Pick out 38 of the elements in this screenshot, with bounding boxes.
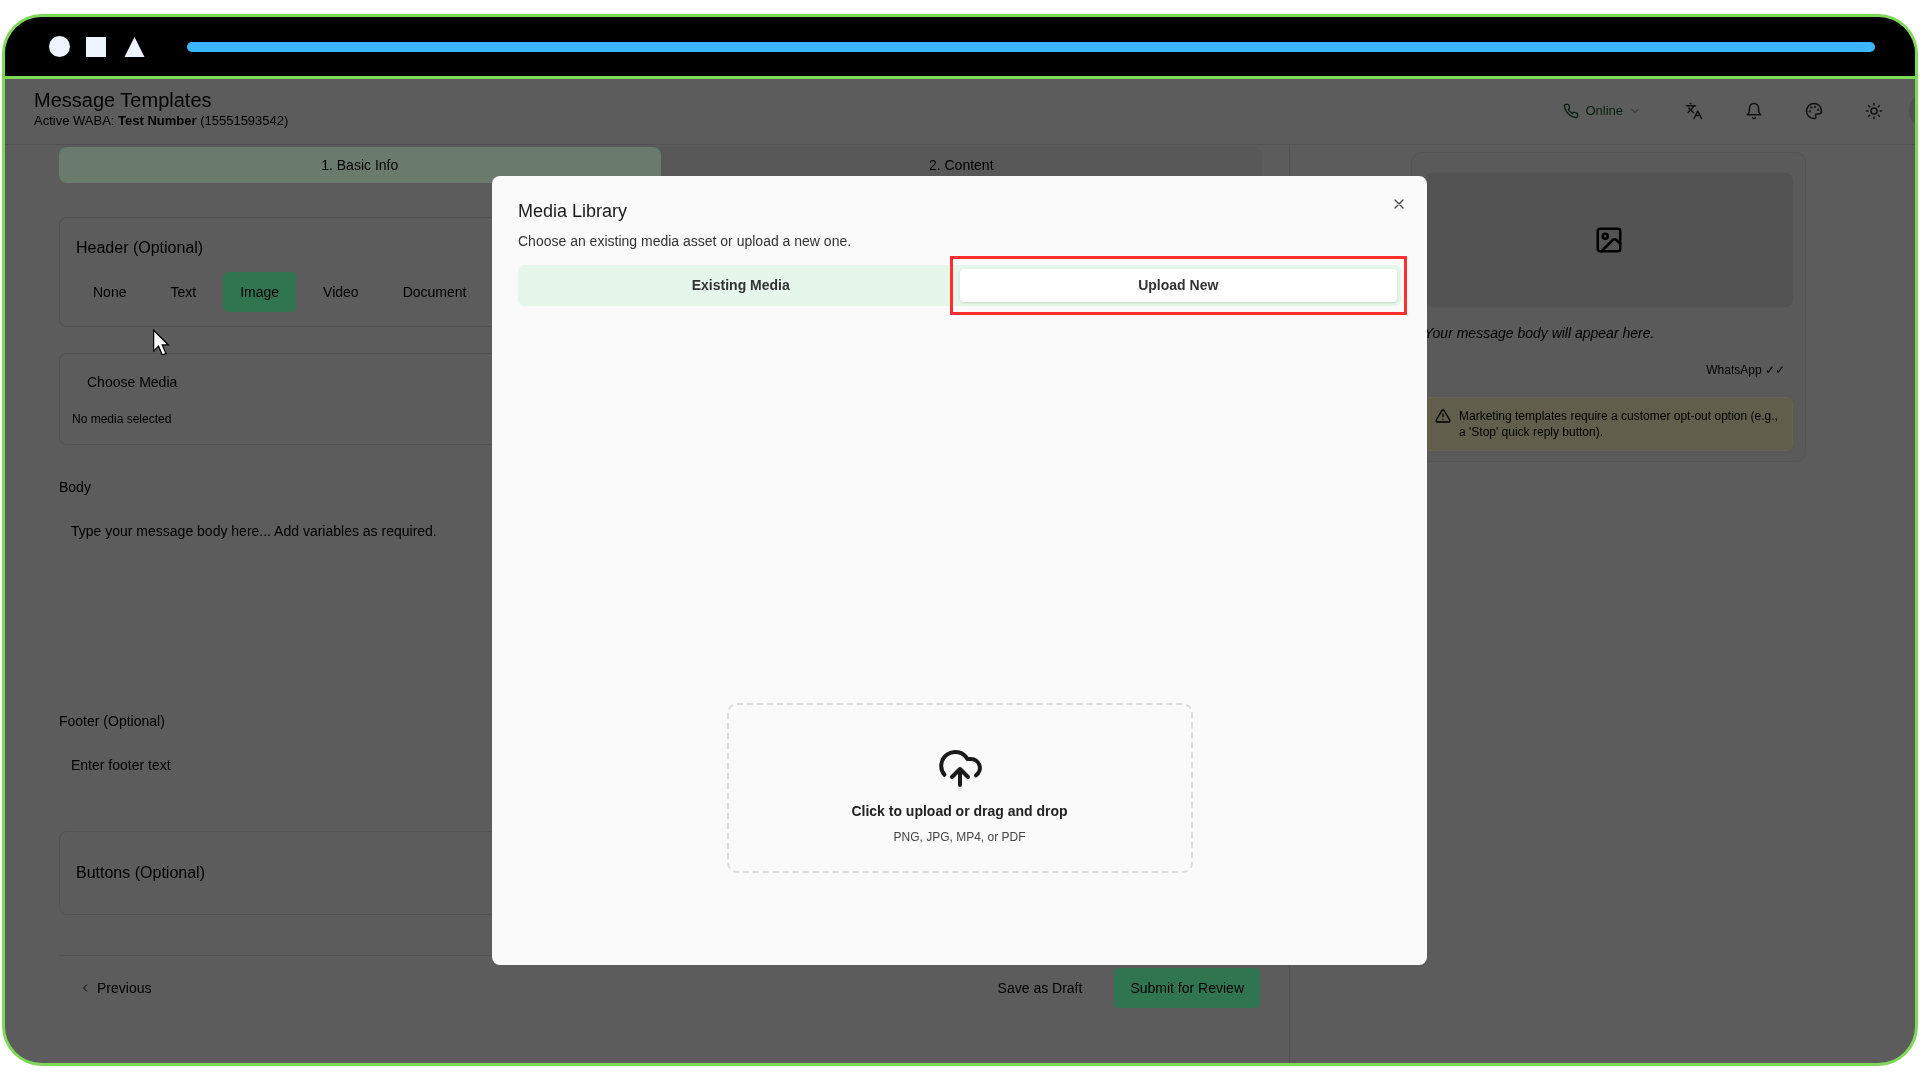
step-tab[interactable]: 1. Basic Info: [59, 147, 661, 183]
upload-title: Click to upload or drag and drop: [851, 802, 1068, 821]
dialog-tab[interactable]: Existing Media: [522, 269, 960, 302]
dialog-description: Choose an existing media asset or upload a new one.: [518, 233, 852, 249]
page-title: Message Templates: [34, 88, 213, 112]
warning-text: Marketing templates require a customer opt-out option (e.g., a 'Stop' quick reply button).: [1459, 408, 1779, 440]
field-label: Body: [59, 479, 91, 495]
previous-button[interactable]: Previous: [59, 968, 172, 1008]
dialog-title: Media Library: [518, 201, 628, 221]
warning-icon: [1435, 408, 1451, 424]
page-subtitle: Active WABA: Test Number (15551593542): [34, 112, 289, 130]
section-title: Buttons (Optional): [76, 863, 205, 883]
header-type-option[interactable]: Document: [385, 272, 484, 312]
upload-dropzone[interactable]: Click to upload or drag and drop PNG, JPG, MP4, or PDF: [726, 703, 1193, 873]
translate-icon: [1685, 102, 1703, 120]
header-type-option[interactable]: None: [76, 272, 144, 312]
field-label: Footer (Optional): [59, 713, 165, 729]
phone-icon: [1563, 103, 1580, 119]
header-type-option[interactable]: Image: [223, 272, 297, 312]
submit-button[interactable]: Submit for Review: [1114, 968, 1260, 1008]
mouse-cursor-icon: [152, 329, 170, 356]
header-type-option[interactable]: Video: [306, 272, 376, 312]
choose-media-button[interactable]: Choose Media: [72, 368, 193, 396]
section-title: Header (Optional): [76, 239, 204, 256]
save-draft-button[interactable]: Save as Draft: [985, 968, 1095, 1008]
body-textarea[interactable]: Type your message body here... Add variables as required.: [59, 511, 1262, 691]
square-icon: [86, 36, 106, 57]
preview-body: Your message body will appear here.: [1424, 325, 1655, 341]
triangle-icon: [124, 36, 145, 57]
dialog-tab[interactable]: Upload New: [959, 269, 1397, 302]
header-type-option[interactable]: Text: [153, 272, 214, 312]
status-dropdown[interactable]: Online: [1563, 101, 1641, 121]
sun-icon: [1865, 102, 1883, 120]
media-status: No media selected: [72, 412, 172, 426]
upload-hint: PNG, JPG, MP4, or PDF: [893, 829, 1026, 846]
preview-meta: WhatsApp ✓✓: [1706, 363, 1785, 377]
palette-icon: [1805, 102, 1823, 120]
bell-icon: [1745, 102, 1763, 120]
